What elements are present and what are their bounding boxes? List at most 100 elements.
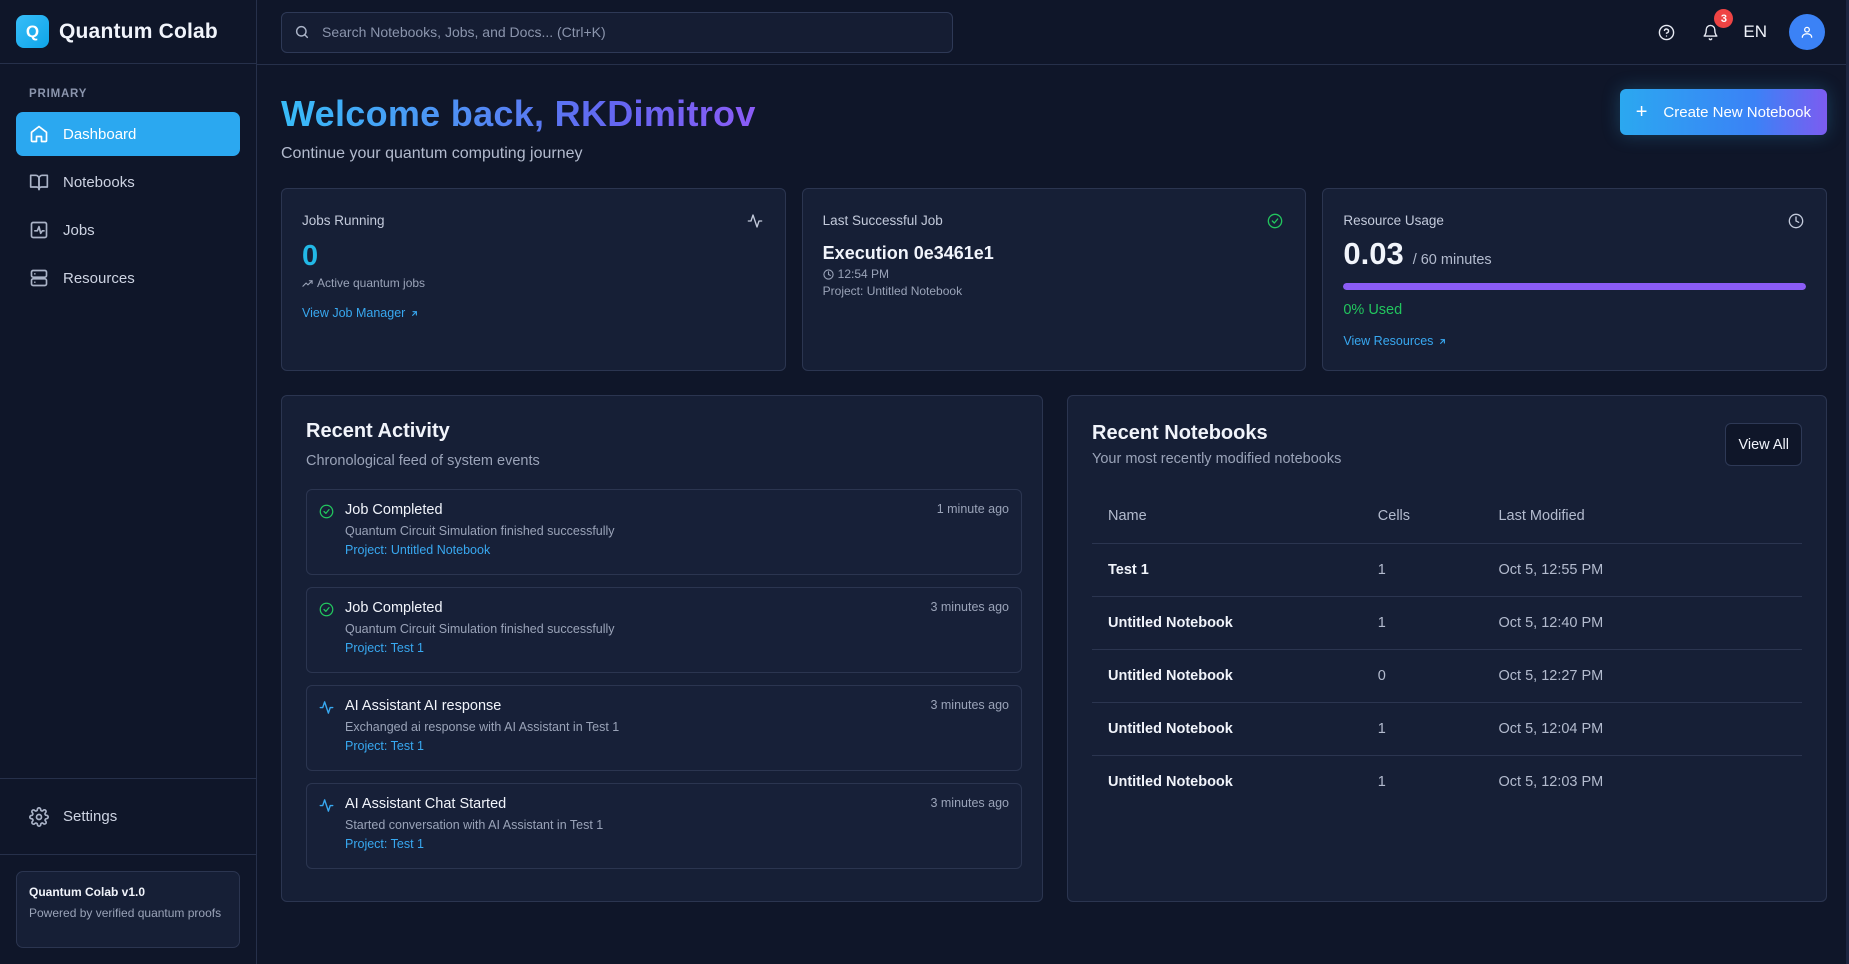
server-icon (30, 269, 48, 287)
activity-project[interactable]: Project: Test 1 (345, 837, 603, 851)
activity-icon (747, 214, 763, 228)
sidebar-item-jobs[interactable]: Jobs (16, 208, 240, 252)
panel-subtitle: Your most recently modified notebooks (1092, 451, 1342, 467)
table-row[interactable]: Untitled Notebook 1 Oct 5, 12:04 PM (1092, 702, 1802, 756)
activity-icon (319, 701, 334, 714)
version-subtitle: Powered by verified quantum proofs (29, 906, 222, 920)
activity-item[interactable]: Job Completed Quantum Circuit Simulation… (306, 587, 1022, 673)
sidebar-item-notebooks[interactable]: Notebooks (16, 160, 240, 204)
notebook-modified: Oct 5, 12:27 PM (1482, 649, 1802, 703)
usage-value: 0.03 (1343, 236, 1404, 271)
caption-text: Active quantum jobs (317, 276, 426, 290)
brand-logo: Q (16, 15, 49, 48)
notification-badge: 3 (1714, 9, 1734, 28)
column-header-modified: Last Modified (1482, 490, 1802, 544)
language-switcher[interactable]: EN (1743, 22, 1767, 42)
activity-item[interactable]: AI Assistant Chat Started Started conver… (306, 783, 1022, 869)
version-title: Quantum Colab v1.0 (29, 885, 146, 899)
table-row[interactable]: Test 1 1 Oct 5, 12:55 PM (1092, 543, 1802, 597)
avatar[interactable] (1789, 14, 1825, 50)
help-button[interactable] (1655, 21, 1677, 43)
usage-progress-bar (1343, 283, 1807, 290)
help-circle-icon (1658, 24, 1675, 40)
table-row[interactable]: Untitled Notebook 0 Oct 5, 12:27 PM (1092, 649, 1802, 703)
app-root: Q Quantum Colab PRIMARY Dashboard Notebo… (0, 0, 1849, 964)
jobs-running-caption: Active quantum jobs (302, 276, 765, 290)
page-header: Welcome back, RKDimitrov Continue your q… (281, 87, 1827, 188)
activity-list: Job Completed Quantum Circuit Simulation… (306, 489, 1022, 869)
sidebar-item-label: Resources (63, 269, 135, 287)
activity-description: Quantum Circuit Simulation finished succ… (345, 524, 615, 538)
activity-description: Started conversation with AI Assistant i… (345, 818, 604, 832)
search-icon (295, 25, 309, 39)
home-icon (30, 125, 48, 143)
notebook-cells: 1 (1361, 596, 1483, 650)
view-job-manager-link[interactable]: View Job Manager (302, 306, 419, 320)
last-job-title: Execution 0e3461e1 (822, 243, 994, 263)
activity-title: Job Completed (345, 600, 443, 616)
notifications-button[interactable]: 3 (1699, 9, 1734, 43)
time-text: 12:54 PM (837, 267, 890, 281)
create-notebook-label: Create New Notebook (1663, 103, 1811, 121)
nav-heading: PRIMARY (29, 88, 88, 100)
stat-label: Last Successful Job (822, 213, 943, 228)
stat-label: Jobs Running (302, 213, 385, 228)
activity-item[interactable]: AI Assistant AI response Exchanged ai re… (306, 685, 1022, 771)
sidebar-item-label: Notebooks (63, 173, 135, 191)
clock-icon (1788, 213, 1804, 229)
brand[interactable]: Q Quantum Colab (0, 0, 256, 64)
last-job-time: 12:54 PM (823, 267, 1286, 281)
notebook-modified: Oct 5, 12:03 PM (1498, 773, 1604, 790)
check-circle-icon (319, 602, 334, 617)
panel-title: Recent Activity (306, 420, 450, 442)
sidebar-item-dashboard[interactable]: Dashboard (16, 112, 240, 156)
resource-usage-card: Resource Usage 0.03 / 60 minutes 0% Used… (1322, 188, 1828, 371)
activity-project[interactable]: Project: Test 1 (345, 739, 619, 753)
lower-row: Recent Activity Chronological feed of sy… (281, 395, 1827, 902)
stat-label: Resource Usage (1343, 213, 1444, 228)
brand-name: Quantum Colab (59, 19, 218, 43)
panel-subtitle: Chronological feed of system events (306, 453, 540, 469)
main: 3 EN Welcome back, RKDimitrov Continue y… (257, 0, 1849, 964)
sidebar-item-label: Dashboard (63, 125, 137, 143)
sidebar-item-settings[interactable]: Settings (0, 779, 256, 855)
nav-primary: PRIMARY Dashboard Notebooks Jobs Resourc… (0, 64, 256, 778)
arrow-up-right-icon (412, 310, 418, 316)
recent-activity-panel: Recent Activity Chronological feed of sy… (281, 395, 1043, 902)
table-header-row: Name Cells Last Modified (1092, 490, 1802, 544)
create-notebook-button[interactable]: + Create New Notebook (1619, 89, 1827, 135)
sidebar-item-resources[interactable]: Resources (16, 256, 240, 300)
table-row[interactable]: Untitled Notebook 1 Oct 5, 12:03 PM (1092, 755, 1802, 808)
check-circle-icon (1268, 213, 1283, 229)
activity-project[interactable]: Project: Test 1 (345, 641, 615, 655)
notebooks-table: Name Cells Last Modified Test 1 1 Oct 5,… (1092, 490, 1802, 808)
notebook-name: Untitled Notebook (1092, 596, 1362, 650)
clock-icon (823, 268, 834, 280)
usage-row: 0.03 / 60 minutes (1343, 236, 1806, 272)
notebook-modified: Oct 5, 12:04 PM (1482, 702, 1802, 756)
jobs-running-card: Jobs Running 0 Active quantum jobs View … (281, 188, 786, 371)
trending-up-icon (302, 279, 313, 287)
notebook-cells: 1 (1361, 702, 1483, 756)
search-bar[interactable] (281, 11, 953, 53)
view-resources-link[interactable]: View Resources (1343, 334, 1447, 348)
panel-title: Recent Notebooks (1092, 422, 1268, 444)
column-header-name: Name (1092, 490, 1362, 544)
notebook-name: Test 1 (1092, 543, 1362, 597)
sidebar: Q Quantum Colab PRIMARY Dashboard Notebo… (0, 0, 257, 964)
activity-item[interactable]: Job Completed Quantum Circuit Simulation… (306, 489, 1022, 575)
top-actions: 3 EN (1655, 9, 1825, 50)
usage-total: / 60 minutes (1412, 252, 1492, 268)
table-row[interactable]: Untitled Notebook 1 Oct 5, 12:40 PM (1092, 596, 1802, 650)
usage-percent: 0% Used (1343, 302, 1403, 318)
last-job-project: Project: Untitled Notebook (822, 284, 963, 298)
view-all-button[interactable]: View All (1725, 423, 1802, 466)
arrow-up-right-icon (1440, 338, 1446, 344)
plus-icon: + (1635, 101, 1648, 123)
recent-notebooks-panel: Recent Notebooks Your most recently modi… (1067, 395, 1827, 902)
gear-icon (29, 806, 49, 827)
search-input[interactable] (322, 24, 922, 40)
activity-title: Job Completed (345, 502, 443, 518)
activity-title: AI Assistant Chat Started (345, 796, 507, 812)
activity-project[interactable]: Project: Untitled Notebook (345, 543, 615, 557)
